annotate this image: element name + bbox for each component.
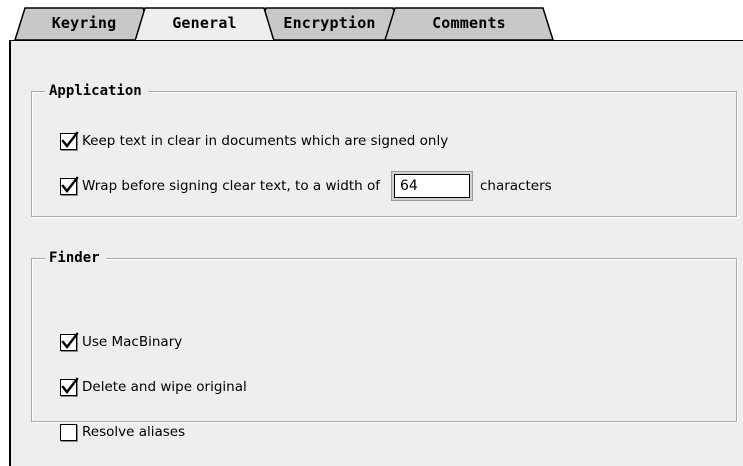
use-macbinary-label: Use MacBinary — [82, 334, 183, 350]
wrap-clear-text-label: Wrap before signing clear text, to a wid… — [82, 178, 380, 194]
finder-group-title: Finder — [45, 248, 106, 268]
tab-strip: Keyring Encryption Comments General — [0, 0, 743, 41]
tab-keyring-label: Keyring — [51, 14, 117, 32]
checkmark-icon — [61, 376, 79, 394]
keep-text-clear-label: Keep text in clear in documents which ar… — [82, 133, 449, 149]
checkmark-icon — [61, 130, 79, 148]
tab-comments[interactable]: Comments — [395, 8, 543, 40]
resolve-aliases-checkbox[interactable] — [60, 423, 77, 441]
keep-text-clear-checkbox[interactable] — [60, 130, 79, 150]
tab-encryption[interactable]: Encryption — [266, 8, 393, 40]
application-group-title: Application — [45, 81, 148, 101]
tab-comments-label: Comments — [432, 14, 506, 32]
delete-wipe-option[interactable]: Delete and wipe original — [60, 376, 247, 397]
general-panel: Application Keep text in clear in docume… — [9, 40, 743, 466]
tab-encryption-label: Encryption — [283, 14, 376, 32]
resolve-aliases-label: Resolve aliases — [82, 424, 186, 440]
checkmark-icon — [61, 175, 79, 193]
wrap-width-field[interactable] — [393, 174, 470, 198]
delete-wipe-checkbox[interactable] — [60, 376, 79, 396]
application-group: Application Keep text in clear in docume… — [31, 81, 737, 217]
use-macbinary-checkbox[interactable] — [60, 331, 79, 351]
resolve-aliases-option[interactable]: Resolve aliases — [60, 422, 185, 442]
use-macbinary-option[interactable]: Use MacBinary — [60, 331, 183, 352]
tab-keyring[interactable]: Keyring — [25, 8, 143, 40]
checkmark-icon — [61, 331, 79, 349]
tab-general-label: General — [172, 14, 237, 32]
wrap-clear-text-option[interactable]: Wrap before signing clear text, to a wid… — [60, 174, 552, 198]
wrap-width-units-label: characters — [479, 178, 552, 194]
tab-general[interactable]: General — [145, 8, 264, 40]
delete-wipe-label: Delete and wipe original — [82, 379, 247, 395]
keep-text-clear-option[interactable]: Keep text in clear in documents which ar… — [60, 130, 449, 151]
wrap-clear-text-checkbox[interactable] — [60, 175, 79, 195]
finder-group: Finder Use MacBinary Delete and wipe ori… — [31, 248, 737, 441]
